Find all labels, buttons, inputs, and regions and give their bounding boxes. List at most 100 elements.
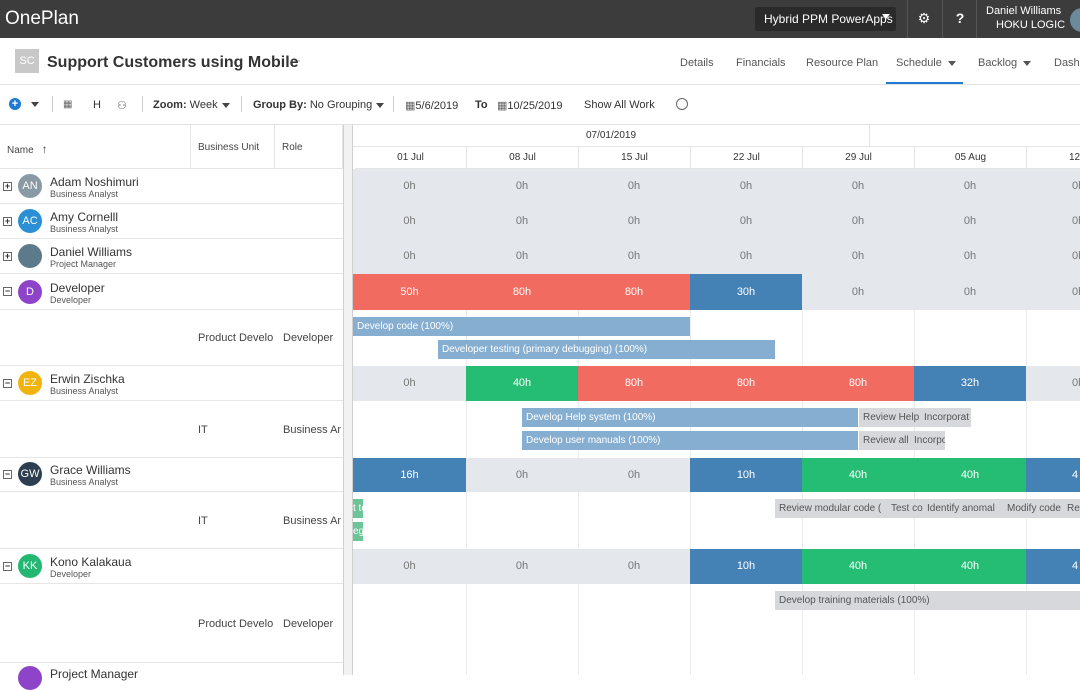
sort-up-icon[interactable]: ↑ [41, 142, 47, 156]
groupby-selector[interactable]: Group By: No Grouping [253, 99, 385, 111]
hours-cell[interactable]: 32h [914, 366, 1026, 401]
chevron-down-icon[interactable] [31, 102, 39, 107]
hours-cell[interactable]: 0h [578, 458, 690, 492]
hours-cell[interactable]: 0h [353, 204, 466, 239]
hours-cell[interactable]: 80h [802, 366, 914, 401]
hours-cell[interactable]: 0h [914, 274, 1026, 310]
task-bar[interactable]: Test co [887, 499, 923, 518]
task-bar[interactable]: Incorpo [910, 431, 945, 450]
hours-cell[interactable]: 0h [466, 169, 578, 204]
column-header-business-unit[interactable]: Business Unit [191, 125, 275, 169]
pane-splitter[interactable] [343, 125, 353, 675]
add-icon[interactable]: + [9, 98, 21, 110]
hours-cell[interactable]: 0h [466, 458, 578, 492]
people-icon[interactable]: ⚇ [117, 99, 127, 112]
task-bar[interactable]: Incorporat [920, 408, 971, 427]
task-bar[interactable]: Develop code (100%) [353, 317, 690, 336]
hours-cell[interactable]: 30h [690, 274, 802, 310]
more-options-icon[interactable]: ··· [289, 53, 301, 67]
resource-name[interactable]: Amy Cornelll [50, 210, 118, 224]
hours-cell[interactable]: 4 [1026, 458, 1080, 492]
hours-cell[interactable]: 80h [578, 274, 690, 310]
tab-resource-plan[interactable]: Resource Plan [806, 57, 878, 69]
task-bar[interactable]: Review all [859, 431, 910, 450]
hours-cell[interactable]: 0h [578, 169, 690, 204]
hours-cell[interactable]: 0h [914, 169, 1026, 204]
hours-cell[interactable]: 0h [802, 204, 914, 239]
h-button[interactable]: H [93, 99, 101, 111]
hours-cell[interactable]: 0h [466, 204, 578, 239]
task-bar[interactable]: Review Help [859, 408, 920, 427]
hours-cell[interactable]: 0h [578, 239, 690, 274]
circle-toggle-icon[interactable] [676, 98, 688, 110]
collapse-icon[interactable]: − [3, 470, 12, 479]
hours-cell[interactable]: 16h [353, 458, 466, 492]
hours-cell[interactable]: 0h [1026, 169, 1080, 204]
hours-cell[interactable]: 0h [802, 274, 914, 310]
user-info[interactable]: Daniel Williams HOKU LOGIC [986, 4, 1065, 32]
gear-icon[interactable]: ⚙ [914, 10, 934, 27]
hours-cell[interactable]: 80h [690, 366, 802, 401]
hours-cell[interactable]: 0h [578, 204, 690, 239]
collapse-icon[interactable]: − [3, 379, 12, 388]
hours-cell[interactable]: 0h [1026, 239, 1080, 274]
hours-cell[interactable]: 40h [802, 549, 914, 584]
hours-cell[interactable]: 0h [690, 169, 802, 204]
hours-cell[interactable]: 0h [914, 204, 1026, 239]
hours-cell[interactable]: 50h [353, 274, 466, 310]
resource-name[interactable]: Daniel Williams [50, 245, 132, 259]
task-bar[interactable]: ege [353, 522, 363, 541]
resource-name[interactable]: Developer [50, 281, 105, 295]
tab-backlog[interactable]: Backlog [978, 57, 1032, 69]
hours-cell[interactable]: 0h [353, 366, 466, 401]
hours-cell[interactable]: 0h [914, 239, 1026, 274]
hours-cell[interactable]: 40h [466, 366, 578, 401]
hours-cell[interactable]: 0h [1026, 366, 1080, 401]
hours-cell[interactable]: 80h [578, 366, 690, 401]
tab-schedule[interactable]: Schedule [896, 57, 956, 69]
hours-cell[interactable]: 0h [802, 169, 914, 204]
tab-financials[interactable]: Financials [736, 57, 786, 69]
hours-cell[interactable]: 10h [690, 458, 802, 492]
hours-cell[interactable]: 0h [353, 169, 466, 204]
hours-cell[interactable]: 0h [690, 204, 802, 239]
task-bar[interactable]: Develop training materials (100%) [775, 591, 1080, 610]
task-bar[interactable]: Re- [1063, 499, 1080, 518]
tab-dashboard[interactable]: Dashb [1054, 57, 1080, 69]
hours-cell[interactable]: 10h [690, 549, 802, 584]
hours-cell[interactable]: 80h [466, 274, 578, 310]
resource-name[interactable]: Project Manager [50, 667, 138, 681]
hours-cell[interactable]: 0h [802, 239, 914, 274]
hours-cell[interactable]: 40h [914, 458, 1026, 492]
task-bar[interactable]: Develop Help system (100%) [522, 408, 858, 427]
resource-name[interactable]: Adam Noshimuri [50, 175, 139, 189]
start-date[interactable]: ▦5/6/2019 [405, 99, 458, 112]
workspace-selector[interactable]: Hybrid PPM PowerApps [755, 7, 896, 31]
resource-name[interactable]: Kono Kalakaua [50, 555, 131, 569]
task-bar[interactable]: Review modular code ( [775, 499, 887, 518]
help-icon[interactable]: ? [950, 10, 970, 26]
hours-cell[interactable]: 40h [802, 458, 914, 492]
expand-icon[interactable]: + [3, 217, 12, 226]
hours-cell[interactable]: 40h [914, 549, 1026, 584]
task-bar[interactable]: Modify code [1003, 499, 1063, 518]
hours-cell[interactable]: 0h [578, 549, 690, 584]
task-bar[interactable]: Develop user manuals (100%) [522, 431, 858, 450]
resource-name[interactable]: Grace Williams [50, 463, 131, 477]
task-bar[interactable]: t te [353, 499, 363, 518]
column-header-name[interactable]: Name ↑ [0, 125, 191, 169]
end-date[interactable]: ▦10/25/2019 [497, 99, 562, 112]
hours-cell[interactable]: 0h [466, 239, 578, 274]
show-all-work-button[interactable]: Show All Work [584, 99, 655, 111]
hours-cell[interactable]: 4 [1026, 549, 1080, 584]
columns-icon[interactable]: ▦ [63, 99, 72, 110]
hours-cell[interactable]: 0h [1026, 274, 1080, 310]
collapse-icon[interactable]: − [3, 562, 12, 571]
hours-cell[interactable]: 0h [690, 239, 802, 274]
task-bar[interactable]: Identify anomal [923, 499, 1003, 518]
expand-icon[interactable]: + [3, 252, 12, 261]
hours-cell[interactable]: 0h [353, 549, 466, 584]
zoom-selector[interactable]: Zoom: Week [153, 99, 230, 111]
task-bar[interactable]: Developer testing (primary debugging) (1… [438, 340, 775, 359]
resource-name[interactable]: Erwin Zischka [50, 372, 125, 386]
